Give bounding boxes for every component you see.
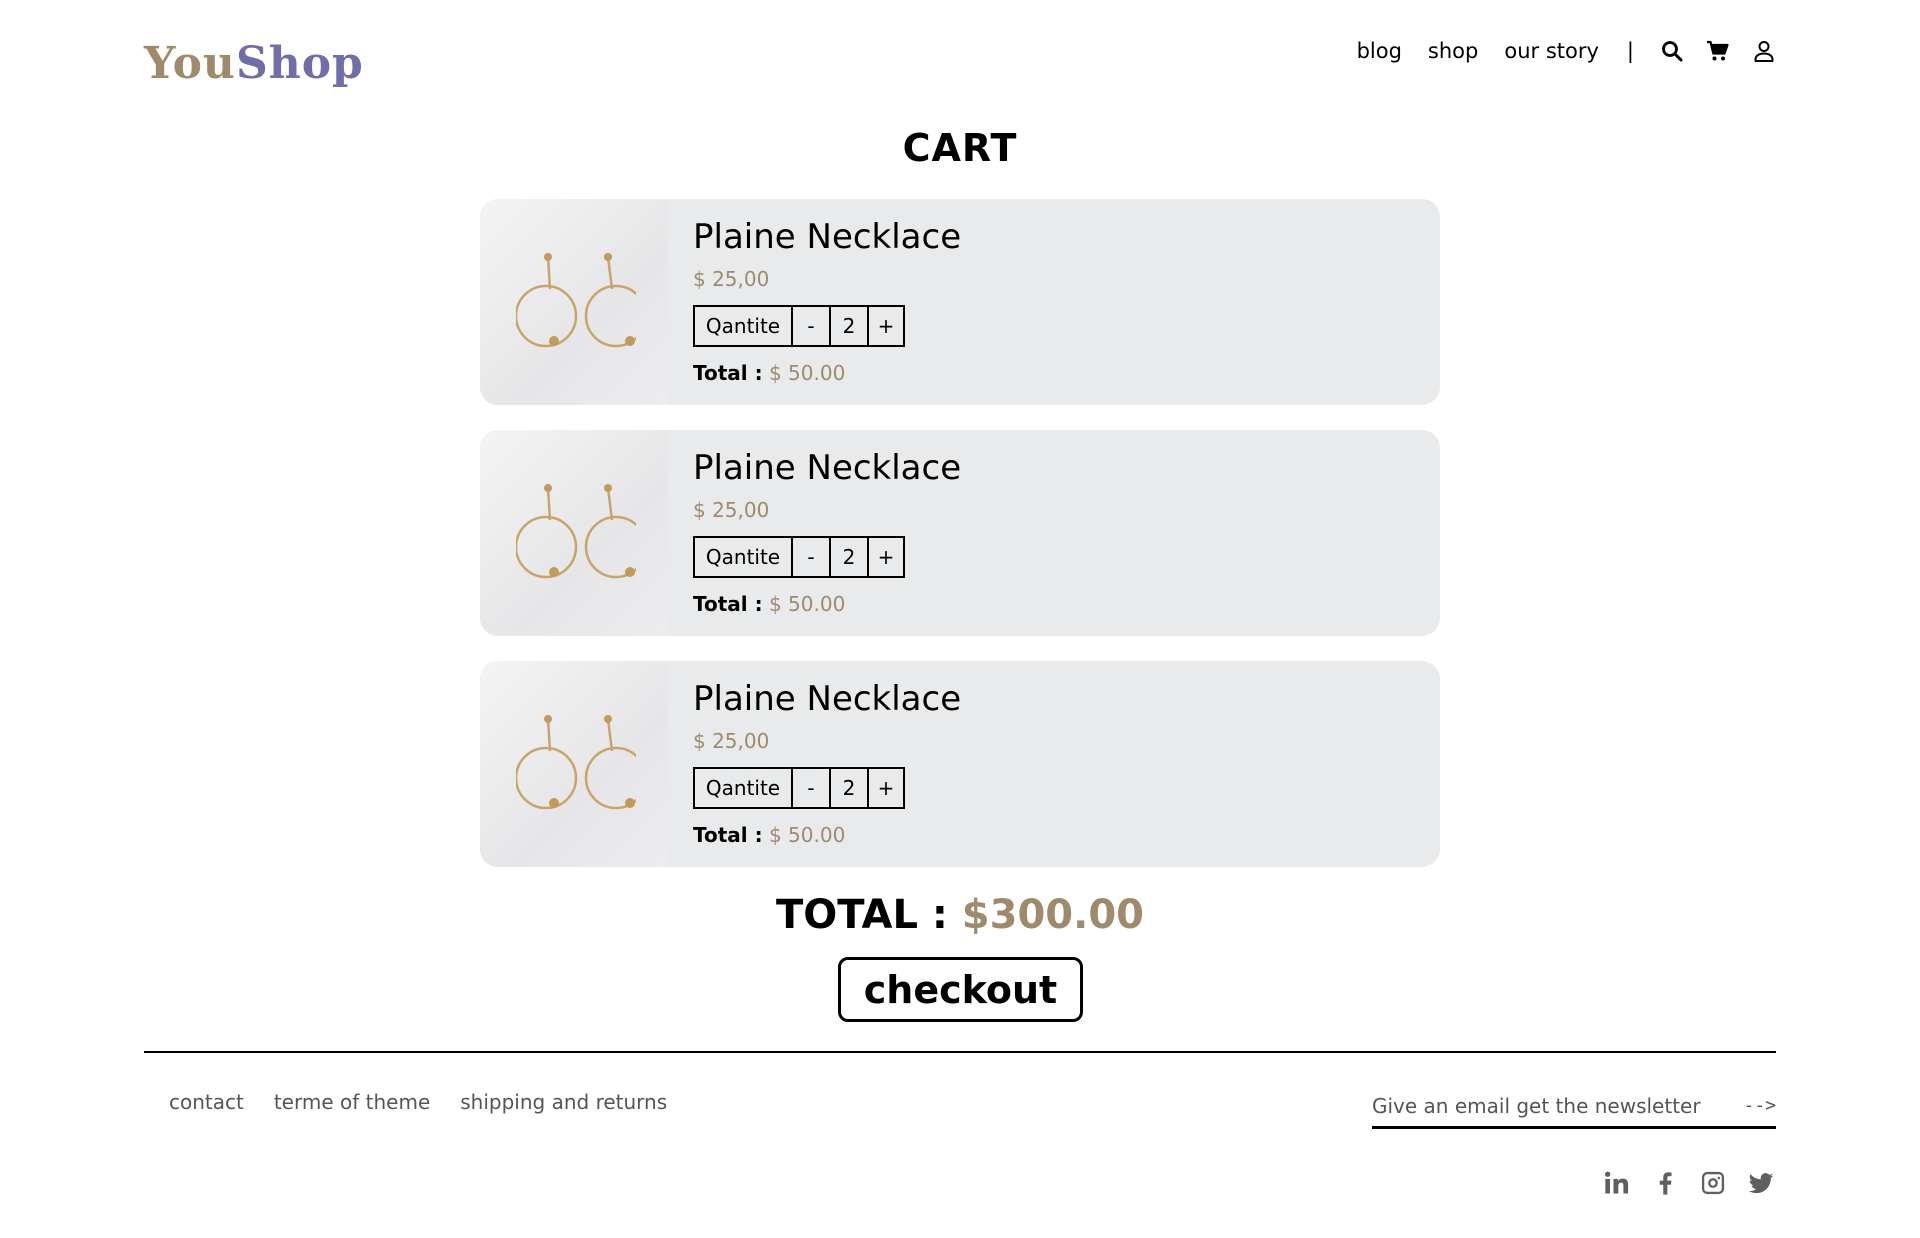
search-icon[interactable] — [1660, 39, 1684, 63]
header: YouShop blog shop our story | — [144, 0, 1776, 110]
item-total-label: Total : — [693, 361, 763, 385]
logo-shop: Shop — [235, 38, 364, 89]
footer-link-terms[interactable]: terme of theme — [274, 1090, 430, 1114]
logo-you: You — [144, 38, 236, 89]
grand-total: TOTAL : $300.00 — [0, 892, 1920, 938]
decrease-button[interactable]: - — [793, 538, 831, 576]
quantity-value[interactable]: 2 — [831, 769, 869, 807]
item-total-label: Total : — [693, 823, 763, 847]
cart-item: Plaine Necklace $ 25,00 Qantite - 2 + To… — [480, 199, 1440, 405]
twitter-icon[interactable] — [1746, 1168, 1776, 1198]
product-image[interactable] — [480, 661, 668, 867]
newsletter-submit-arrow[interactable]: --> — [1743, 1095, 1776, 1116]
page-title: CART — [902, 126, 1018, 170]
user-icon[interactable] — [1752, 39, 1776, 63]
cart-item: Plaine Necklace $ 25,00 Qantite - 2 + To… — [480, 430, 1440, 636]
item-total-value: $ 50.00 — [768, 592, 846, 616]
item-name[interactable]: Plaine Necklace — [693, 448, 961, 488]
checkout-button[interactable]: checkout — [838, 957, 1083, 1022]
logo[interactable]: YouShop — [144, 38, 364, 89]
footer-links: contact terme of theme shipping and retu… — [169, 1090, 697, 1114]
quantity-label: Qantite — [695, 769, 793, 807]
cart-item: Plaine Necklace $ 25,00 Qantite - 2 + To… — [480, 661, 1440, 867]
nav-shop[interactable]: shop — [1428, 39, 1478, 63]
quantity-label: Qantite — [695, 538, 793, 576]
quantity-value[interactable]: 2 — [831, 307, 869, 345]
increase-button[interactable]: + — [869, 307, 903, 345]
nav-our-story[interactable]: our story — [1504, 39, 1599, 63]
product-image[interactable] — [480, 199, 668, 405]
item-info: Plaine Necklace $ 25,00 Qantite - 2 + To… — [693, 448, 961, 616]
footer-link-shipping[interactable]: shipping and returns — [460, 1090, 667, 1114]
item-total-value: $ 50.00 — [768, 361, 846, 385]
item-name[interactable]: Plaine Necklace — [693, 679, 961, 719]
item-info: Plaine Necklace $ 25,00 Qantite - 2 + To… — [693, 217, 961, 385]
grand-total-label: TOTAL : — [776, 892, 948, 938]
item-price: $ 25,00 — [693, 498, 770, 522]
item-total: Total : $ 50.00 — [693, 592, 961, 616]
item-price: $ 25,00 — [693, 267, 770, 291]
quantity-value[interactable]: 2 — [831, 538, 869, 576]
cart-list: Plaine Necklace $ 25,00 Qantite - 2 + To… — [480, 199, 1440, 892]
grand-total-value: $300.00 — [961, 892, 1144, 938]
main-nav: blog shop our story | — [1331, 34, 1776, 68]
item-info: Plaine Necklace $ 25,00 Qantite - 2 + To… — [693, 679, 961, 847]
decrease-button[interactable]: - — [793, 307, 831, 345]
social-links — [1584, 1168, 1776, 1198]
quantity-label: Qantite — [695, 307, 793, 345]
nav-blog[interactable]: blog — [1357, 39, 1402, 63]
item-total-label: Total : — [693, 592, 763, 616]
item-total-value: $ 50.00 — [768, 823, 846, 847]
increase-button[interactable]: + — [869, 769, 903, 807]
item-price: $ 25,00 — [693, 729, 770, 753]
cart-icon[interactable] — [1706, 39, 1730, 63]
item-name[interactable]: Plaine Necklace — [693, 217, 961, 257]
item-total: Total : $ 50.00 — [693, 361, 961, 385]
footer-link-contact[interactable]: contact — [169, 1090, 244, 1114]
nav-separator: | — [1626, 39, 1634, 63]
quantity-stepper: Qantite - 2 + — [693, 536, 905, 578]
increase-button[interactable]: + — [869, 538, 903, 576]
item-total: Total : $ 50.00 — [693, 823, 961, 847]
quantity-stepper: Qantite - 2 + — [693, 767, 905, 809]
quantity-stepper: Qantite - 2 + — [693, 305, 905, 347]
product-image[interactable] — [480, 430, 668, 636]
footer-divider — [144, 1051, 1776, 1053]
instagram-icon[interactable] — [1698, 1168, 1728, 1198]
newsletter-email-input[interactable] — [1372, 1093, 1712, 1118]
linkedin-icon[interactable] — [1602, 1168, 1632, 1198]
newsletter-form: --> — [1372, 1085, 1776, 1129]
decrease-button[interactable]: - — [793, 769, 831, 807]
facebook-icon[interactable] — [1650, 1168, 1680, 1198]
